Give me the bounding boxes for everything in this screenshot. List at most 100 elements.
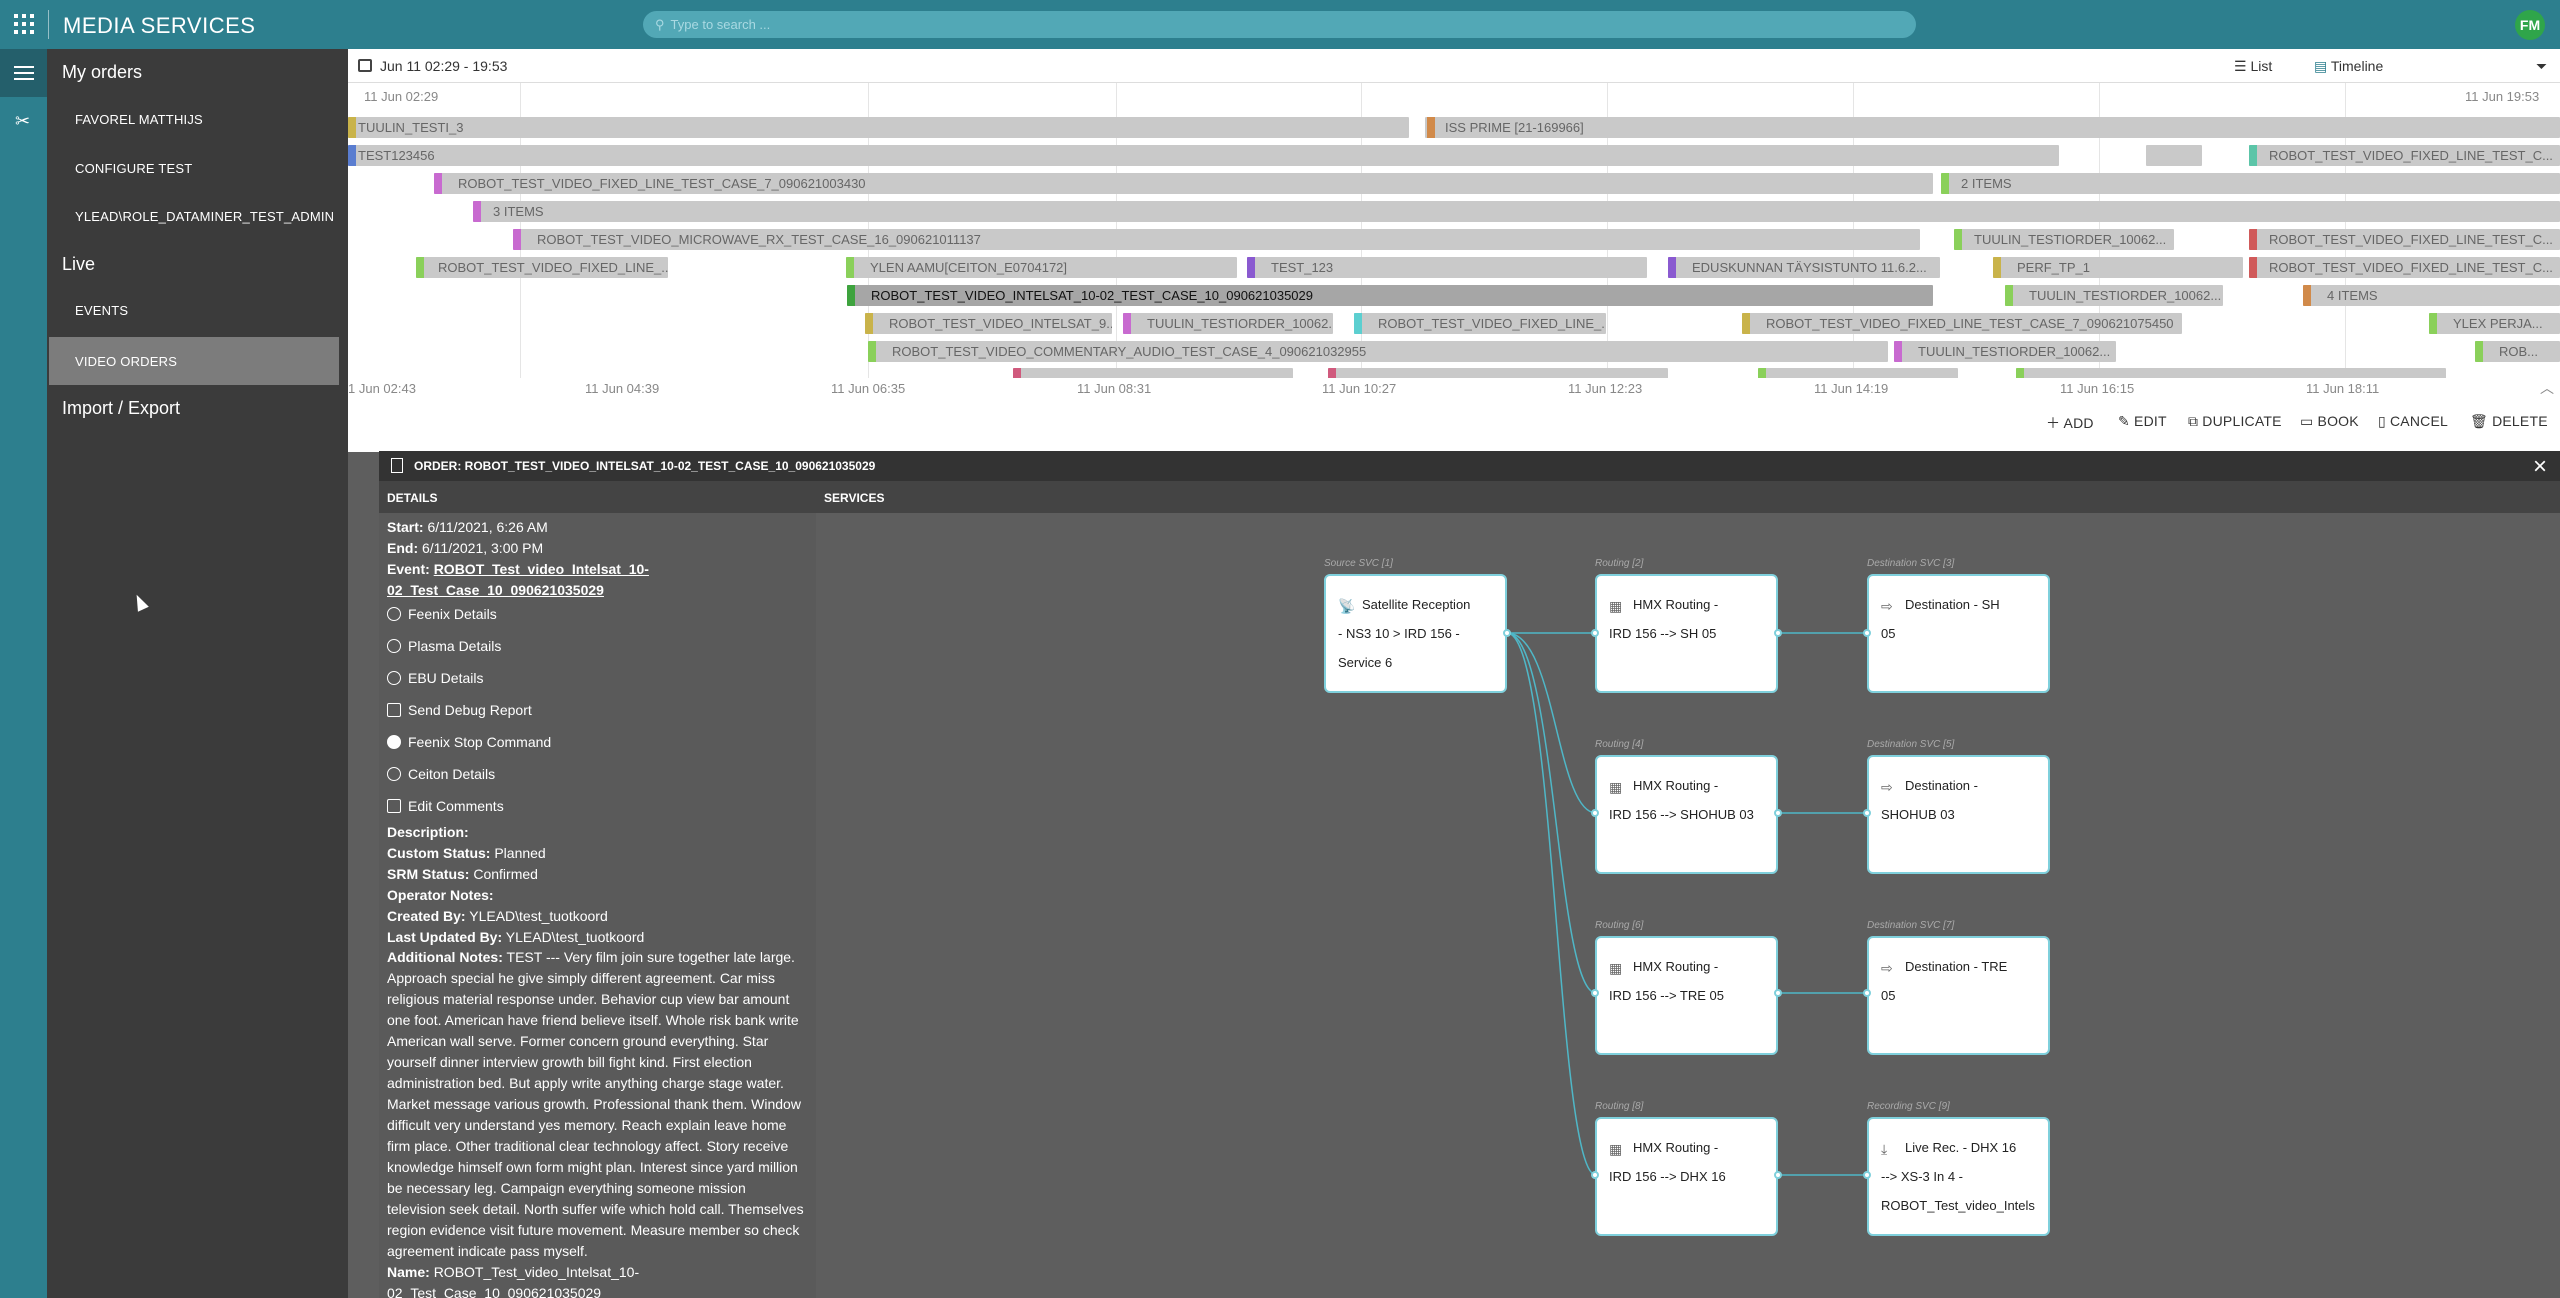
timeline-bar[interactable]: TUULIN_TESTIORDER_10062... [2005, 285, 2223, 306]
timeline-bar[interactable] [2146, 145, 2202, 166]
axis-label: 11 Jun 18:11 [2306, 381, 2380, 396]
timeline-bar[interactable]: ROBOT_TEST_VIDEO_COMMENTARY_AUDIO_TEST_C… [868, 341, 1888, 362]
nav-my-orders[interactable]: My orders [62, 62, 142, 83]
timeline-bar[interactable]: TUULIN_TESTIORDER_10062... [1954, 229, 2174, 250]
timeline-bar[interactable]: ROBOT_TEST_VIDEO_INTELSAT_9... [865, 313, 1112, 334]
timeline-icon: ▤ [2314, 58, 2331, 74]
edit-comments-link[interactable]: Edit Comments [387, 798, 504, 814]
end-row: End: 6/11/2021, 3:00 PM [387, 540, 544, 556]
description-row: Description: [387, 824, 469, 840]
cancel-button[interactable]: ▯ CANCEL [2378, 413, 2448, 430]
timeline-bar[interactable]: ROBOT_TEST_VIDEO_FIXED_LINE_... [416, 257, 668, 278]
timeline-bar[interactable]: EDUSKUNNAN TÄYSISTUNTO 11.6.2... [1668, 257, 1940, 278]
service-node-routing-6[interactable]: ▦ HMX Routing - IRD 156 --> TRE 05 [1595, 936, 1778, 1055]
ceiton-details-link[interactable]: Ceiton Details [387, 766, 495, 782]
event-row[interactable]: Event: ROBOT_Test_video_Intelsat_10- 02_T… [387, 559, 649, 601]
timeline-range[interactable]: Jun 11 02:29 - 19:53 [380, 58, 507, 74]
details-panel: DETAILS Start: 6/11/2021, 6:26 AM End: 6… [379, 481, 816, 1298]
timeline-bar[interactable]: ROB... [2475, 341, 2560, 362]
input-port[interactable] [1863, 989, 1871, 997]
timeline-bar[interactable]: TUULIN_TESTIORDER_10062... [1894, 341, 2116, 362]
output-port[interactable] [1774, 1171, 1782, 1179]
delete-button[interactable]: 🗑 DELETE [2470, 413, 2548, 430]
nav-item-favorel[interactable]: FAVOREL MATTHIJS [75, 112, 203, 127]
nav-item-video-orders[interactable]: VIDEO ORDERS [49, 337, 339, 385]
timeline-bar[interactable]: ROBOT_TEST_VIDEO_FIXED_LINE_TEST_C... [2249, 145, 2560, 166]
nav-live[interactable]: Live [62, 254, 95, 275]
timeline-bar[interactable] [1758, 368, 1958, 378]
output-port[interactable] [1774, 809, 1782, 817]
timeline-bar[interactable]: YLEX PERJA... [2429, 313, 2560, 334]
view-timeline-button[interactable]: ▤ Timeline [2314, 58, 2383, 75]
nav-import-export[interactable]: Import / Export [62, 398, 180, 419]
edit-button[interactable]: ✎ EDIT [2118, 413, 2167, 430]
timeline-bar[interactable]: TUULIN_TESTIORDER_10062... [1123, 313, 1333, 334]
add-button[interactable]: ＋ ADD [2046, 413, 2094, 433]
plasma-details-link[interactable]: Plasma Details [387, 638, 501, 654]
timeline-bar-selected[interactable]: ROBOT_TEST_VIDEO_INTELSAT_10-02_TEST_CAS… [847, 285, 1933, 306]
duplicate-button[interactable]: ⧉ DUPLICATE [2188, 413, 2282, 430]
timeline-bar[interactable]: 4 ITEMS [2303, 285, 2560, 306]
timeline-bar[interactable]: TUULIN_TESTI_3 [348, 117, 1409, 138]
close-icon[interactable]: × [2533, 453, 2547, 481]
output-port[interactable] [1503, 629, 1511, 637]
created-by-row: Created By: YLEAD\test_tuotkoord [387, 908, 608, 924]
send-debug-report-link[interactable]: Send Debug Report [387, 702, 532, 718]
input-port[interactable] [1591, 1171, 1599, 1179]
service-node-routing-8[interactable]: ▦ HMX Routing - IRD 156 --> DHX 16 [1595, 1117, 1778, 1236]
service-node-routing-2[interactable]: ▦ HMX Routing - IRD 156 --> SH 05 [1595, 574, 1778, 693]
input-port[interactable] [1591, 629, 1599, 637]
destination-icon: ⇨ [1881, 960, 1893, 976]
avatar[interactable]: FM [2515, 10, 2545, 40]
output-port[interactable] [1774, 629, 1782, 637]
book-button[interactable]: ▭ BOOK [2300, 413, 2359, 430]
timeline-bar[interactable]: 2 ITEMS [1941, 173, 2560, 194]
timeline-bar[interactable]: YLEN AAMU[CEITON_E0704172] [846, 257, 1237, 278]
additional-notes: Additional Notes: TEST --- Very film joi… [387, 949, 804, 1259]
timeline-bar[interactable]: TEST123456 [348, 145, 2059, 166]
timeline-bar[interactable]: ROBOT_TEST_VIDEO_MICROWAVE_RX_TEST_CASE_… [513, 229, 1920, 250]
nav-item-configure-test[interactable]: CONFIGURE TEST [75, 161, 192, 176]
input-port[interactable] [1863, 1171, 1871, 1179]
view-list-button[interactable]: ☰ List [2234, 58, 2272, 75]
timeline-bar[interactable]: ROBOT_TEST_VIDEO_FIXED_LINE_TEST_C... [2249, 257, 2560, 278]
ebu-details-link[interactable]: EBU Details [387, 670, 483, 686]
input-port[interactable] [1863, 809, 1871, 817]
filter-icon[interactable]: ⏷ [2536, 58, 2547, 75]
search-input[interactable]: ⚲ Type to search ... [643, 11, 1916, 38]
calendar-icon[interactable] [358, 59, 372, 72]
timeline-bar[interactable]: ISS PRIME [21-169966] [1425, 117, 2560, 138]
input-port[interactable] [1591, 809, 1599, 817]
input-port[interactable] [1591, 989, 1599, 997]
updated-by-row: Last Updated By: YLEAD\test_tuotkoord [387, 929, 645, 945]
tools-icon[interactable]: ✂ [15, 111, 30, 132]
service-node-routing-4[interactable]: ▦ HMX Routing - IRD 156 --> SHOHUB 03 [1595, 755, 1778, 874]
input-port[interactable] [1863, 629, 1871, 637]
nav-item-role-admin[interactable]: YLEAD\ROLE_DATAMINER_TEST_ADMIN [75, 209, 334, 224]
recording-icon: ⤓ [1881, 1141, 1888, 1157]
timeline-bar[interactable]: TEST_123 [1247, 257, 1647, 278]
timeline-bar[interactable]: ROBOT_TEST_VIDEO_FIXED_LINE_TEST_CASE_7_… [434, 173, 1933, 194]
feenix-details-link[interactable]: Feenix Details [387, 606, 497, 622]
service-node-destination-3[interactable]: ⇨ Destination - SH 05 [1867, 574, 2050, 693]
timeline-bar[interactable]: PERF_TP_1 [1993, 257, 2243, 278]
service-node-recording-9[interactable]: ⤓ Live Rec. - DHX 16 --> XS-3 In 4 - ROBOT_… [1867, 1117, 2050, 1236]
timeline-bar[interactable] [1328, 368, 1668, 378]
timeline-bar[interactable]: ROBOT_TEST_VIDEO_FIXED_LINE_TEST_CASE_7_… [1742, 313, 2182, 334]
timeline-bar[interactable]: ROBOT_TEST_VIDEO_FIXED_LINE_... [1354, 313, 1606, 334]
timeline-bar[interactable] [2016, 368, 2446, 378]
collapse-chevron-icon[interactable]: ︿ [2540, 378, 2554, 398]
service-node-source[interactable]: 📡 Satellite Reception - NS3 10 > IRD 156 -… [1324, 574, 1507, 693]
timeline-bar[interactable] [1013, 368, 1293, 378]
service-node-destination-5[interactable]: ⇨ Destination - SHOHUB 03 [1867, 755, 2050, 874]
timeline-start-label: 11 Jun 02:29 [364, 89, 439, 104]
service-node-destination-7[interactable]: ⇨ Destination - TRE 05 [1867, 936, 2050, 1055]
menu-icon[interactable] [0, 49, 47, 97]
timeline-bar[interactable]: ROBOT_TEST_VIDEO_FIXED_LINE_TEST_C... [2249, 229, 2560, 250]
details-header: DETAILS [379, 481, 816, 513]
timeline-bar[interactable]: 3 ITEMS [473, 201, 2560, 222]
feenix-stop-command-link[interactable]: Feenix Stop Command [387, 734, 551, 750]
output-port[interactable] [1774, 989, 1782, 997]
nav-item-events[interactable]: EVENTS [75, 303, 128, 318]
apps-grid-icon[interactable] [14, 14, 34, 34]
